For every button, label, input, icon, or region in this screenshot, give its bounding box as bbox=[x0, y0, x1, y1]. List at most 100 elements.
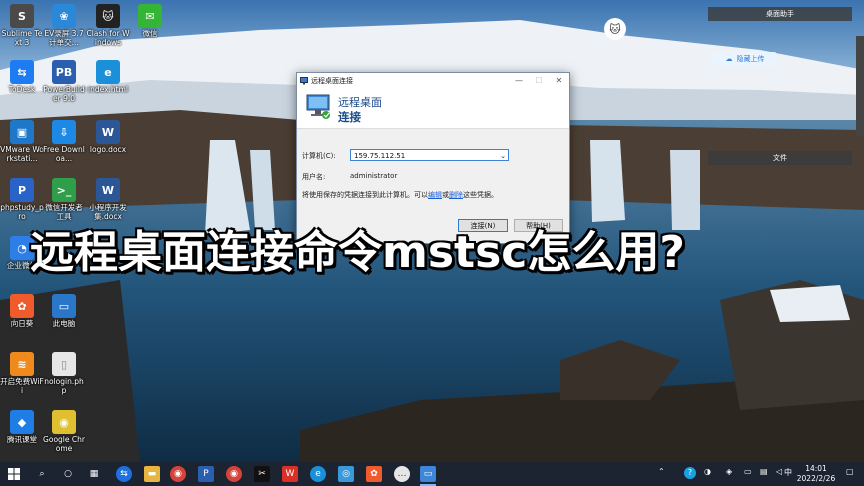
edit-credentials-link[interactable]: 编辑 bbox=[428, 191, 442, 199]
powerbuilder-icon: PB bbox=[52, 60, 76, 84]
todesk-icon: ⇆ bbox=[10, 60, 34, 84]
todesk-taskbar-icon[interactable]: ⇆ bbox=[116, 466, 132, 482]
computer-value: 159.75.112.51 bbox=[354, 152, 406, 160]
desktop-icon-label: nologin.php bbox=[44, 377, 84, 395]
volume-icon[interactable]: ◁ bbox=[776, 467, 782, 476]
clock-date: 2022/2/26 bbox=[796, 474, 836, 483]
wechat-icon: ✉ bbox=[138, 4, 162, 28]
chevron-down-icon[interactable]: ⌄ bbox=[500, 150, 506, 162]
desktop-icon-ev[interactable]: ❀ EV录屏 3.7计单交... bbox=[42, 4, 86, 47]
credentials-or: 或 bbox=[442, 191, 449, 199]
username-value: administrator bbox=[350, 172, 398, 180]
wps-taskbar-icon[interactable]: W bbox=[282, 466, 298, 482]
dialog-title: 远程桌面连接 bbox=[311, 76, 353, 85]
tencentclass-icon: ◆ bbox=[10, 410, 34, 434]
powerbuilder-taskbar-icon[interactable]: P bbox=[198, 466, 214, 482]
sunlogin-taskbar-icon[interactable]: ✿ bbox=[366, 466, 382, 482]
cloud-icon: ☁ bbox=[725, 55, 733, 63]
desktop-icon-freedownload[interactable]: ⇩ Free Downloa... bbox=[42, 120, 86, 163]
header-title-line2: 连接 bbox=[338, 110, 361, 124]
weixindev-icon: >_ bbox=[52, 178, 76, 202]
taskbar-clock[interactable]: 14:01 2022/2/26 bbox=[796, 464, 836, 484]
dialog-header: 远程桌面 连接 bbox=[297, 88, 569, 129]
desktop-icon-phpstudy[interactable]: Pphpstudy_pro bbox=[0, 178, 44, 221]
side-panel-scrollbar[interactable] bbox=[856, 36, 864, 136]
desktop-icon-tencentclass[interactable]: ◆ 腾讯课堂 bbox=[0, 410, 44, 444]
chrome-taskbar-icon[interactable]: ◉ bbox=[170, 466, 186, 482]
index-icon: e bbox=[96, 60, 120, 84]
desktop-icon-thispc[interactable]: ▭ 此电脑 bbox=[42, 294, 86, 328]
network-icon[interactable]: ▤ bbox=[760, 467, 768, 476]
desktop-icon-label: Free Downloa... bbox=[43, 145, 85, 163]
close-button[interactable]: ✕ bbox=[549, 76, 569, 85]
desktop-assistant-title: 桌面助手 bbox=[766, 10, 794, 18]
notification-icon[interactable]: ▢ bbox=[846, 467, 854, 476]
cortana-icon[interactable]: ○ bbox=[60, 466, 76, 482]
chrome-icon: ◉ bbox=[52, 410, 76, 434]
desktop-icon-wifi[interactable]: ≋ 开启免费WiFi bbox=[0, 352, 44, 395]
thispc-icon: ▭ bbox=[52, 294, 76, 318]
cloud-upload-button[interactable]: ☁ 隐藏上传 bbox=[713, 52, 777, 66]
desktop-icon-powerbuilder[interactable]: PB PowerBuilder 9.0 bbox=[42, 60, 86, 103]
desktop-icon-label: Clash for Windows bbox=[86, 29, 130, 47]
desktop-icon-label: VMware Workstati... bbox=[0, 145, 44, 163]
desktop-icon-label: EV录屏 3.7计单交... bbox=[44, 29, 84, 47]
desktop-icon-sublime[interactable]: S Sublime Text 3 bbox=[0, 4, 44, 47]
header-title-line1: 远程桌面 bbox=[338, 96, 382, 109]
minimize-button[interactable]: — bbox=[509, 76, 529, 85]
edge-taskbar-icon[interactable]: e bbox=[310, 466, 326, 482]
app-taskbar-icon[interactable]: ◎ bbox=[338, 466, 354, 482]
desktop-icon-label: ToDesk bbox=[8, 85, 36, 94]
task-view-icon[interactable]: ▦ bbox=[86, 466, 102, 482]
files-panel-title: 文件 bbox=[773, 154, 787, 162]
desktop-icon-label: Google Chrome bbox=[43, 435, 85, 453]
desktop-icon-nologin[interactable]: ▯ nologin.php bbox=[42, 352, 86, 395]
files-panel-header[interactable]: 文件 bbox=[708, 151, 852, 165]
wechat-devtools-taskbar-icon[interactable]: … bbox=[394, 466, 410, 482]
file-explorer-icon[interactable]: ▬ bbox=[144, 466, 160, 482]
desktop-icon-label: 此电脑 bbox=[52, 319, 76, 328]
search-icon[interactable]: ⌕ bbox=[34, 466, 50, 482]
maximize-button[interactable]: ☐ bbox=[529, 76, 549, 85]
battery-icon[interactable]: ▭ bbox=[744, 467, 752, 476]
desktop-assistant-bar[interactable]: 桌面助手 bbox=[708, 7, 852, 21]
capcut-taskbar-icon[interactable]: ✂ bbox=[254, 466, 270, 482]
desktop-icon-wechat[interactable]: ✉ 微信 bbox=[128, 4, 172, 38]
cat-mascot-icon[interactable]: 🐱 bbox=[604, 18, 626, 40]
chrome-taskbar-icon-2[interactable]: ◉ bbox=[226, 466, 242, 482]
desktop-icon-label: index.html bbox=[88, 85, 128, 94]
desktop-icon-logo[interactable]: Wlogo.docx bbox=[86, 120, 130, 154]
desktop-icon-label: 微信 bbox=[142, 29, 158, 38]
desktop-icon-chrome[interactable]: ◉ Google Chrome bbox=[42, 410, 86, 453]
remote-desktop-taskbar-icon[interactable]: ▭ bbox=[420, 466, 436, 482]
logo-icon: W bbox=[96, 120, 120, 144]
rdp-app-icon bbox=[300, 76, 308, 84]
desktop-icon-todesk[interactable]: ⇆ ToDesk bbox=[0, 60, 44, 94]
desktop-icon-label: 腾讯课堂 bbox=[7, 435, 37, 444]
username-label: 用户名: bbox=[302, 173, 326, 181]
computer-combobox[interactable]: 159.75.112.51 ⌄ bbox=[350, 149, 509, 161]
tray-security-icon[interactable]: ◈ bbox=[726, 467, 732, 476]
windows-start-icon[interactable] bbox=[6, 466, 22, 482]
desktop-icon-vmware[interactable]: ▣ VMware Workstati... bbox=[0, 120, 44, 163]
tray-wechat-icon[interactable]: ◑ bbox=[704, 467, 711, 476]
dialog-titlebar[interactable]: 远程桌面连接 — ☐ ✕ bbox=[297, 73, 569, 88]
wifi-icon: ≋ bbox=[10, 352, 34, 376]
ime-indicator[interactable]: 中 bbox=[784, 467, 792, 478]
desktop-icon-xiaochengxu[interactable]: W 小程序开发集.docx bbox=[86, 178, 130, 221]
tray-chevron-icon[interactable]: ⌃ bbox=[658, 467, 665, 476]
clock-time: 14:01 bbox=[805, 464, 827, 473]
video-caption: 远程桌面连接命令mstsc怎么用? bbox=[30, 227, 685, 278]
ev-icon: ❀ bbox=[52, 4, 76, 28]
desktop-icon-weixindev[interactable]: >_ 微信开发者工具 bbox=[42, 178, 86, 221]
desktop-icon-index[interactable]: e index.html bbox=[86, 60, 130, 94]
credentials-text-after: 这些凭据。 bbox=[463, 191, 498, 199]
desktop-icon-label: 向日葵 bbox=[10, 319, 34, 328]
delete-credentials-link[interactable]: 删除 bbox=[449, 191, 463, 199]
tray-app-icon[interactable]: ? bbox=[684, 467, 696, 479]
desktop-icon-xiangrikui[interactable]: ✿ 向日葵 bbox=[0, 294, 44, 328]
desktop-icon-clash[interactable]: 🐱 Clash for Windows bbox=[86, 4, 130, 47]
desktop-icon-label: logo.docx bbox=[89, 145, 127, 154]
taskbar: ⌕ ○ ▦ ⇆ ▬ ◉ P ◉ ✂ W e ◎ ✿ … ▭ ⌃ ? ◑ ◈ ▭ … bbox=[0, 462, 864, 486]
desktop-icon-label: PowerBuilder 9.0 bbox=[43, 85, 85, 103]
